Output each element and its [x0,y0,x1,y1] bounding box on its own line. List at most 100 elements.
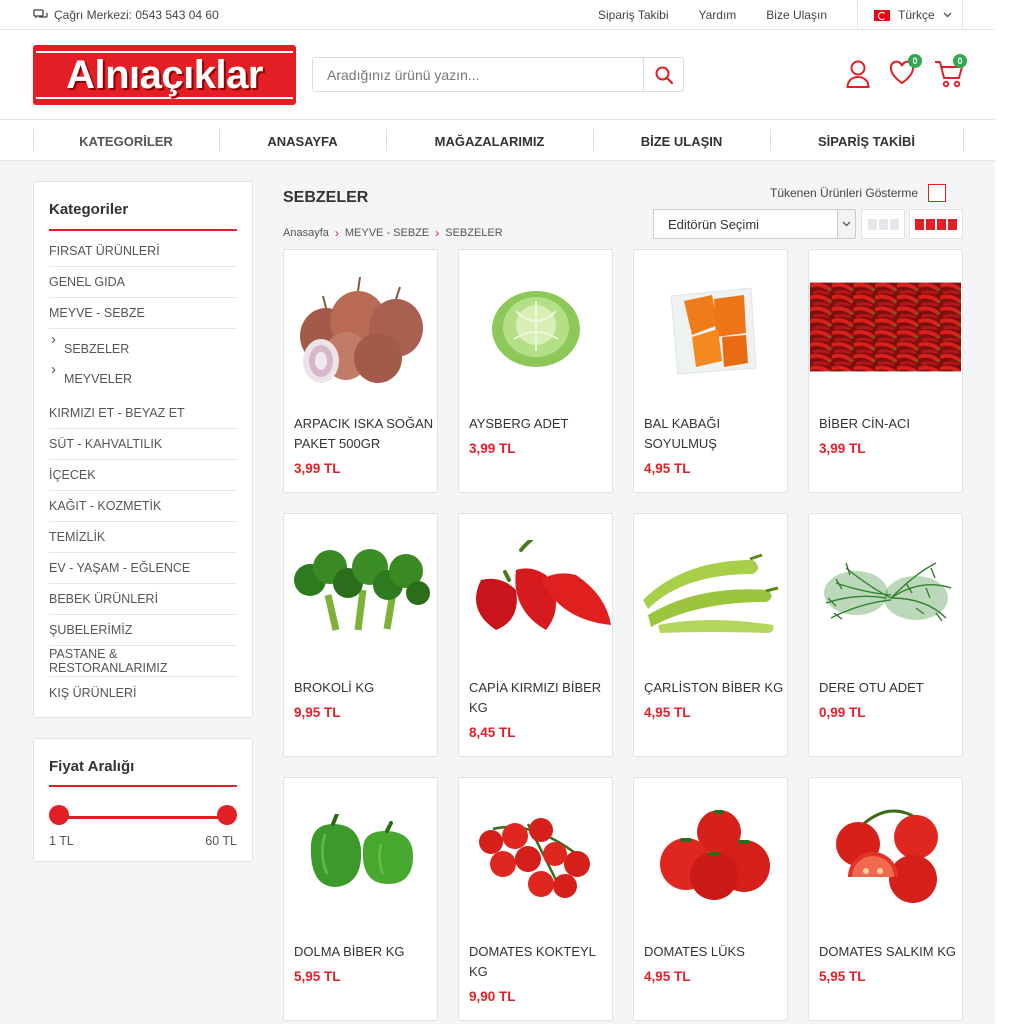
call-center: Çağrı Merkezi: 0543 543 04 60 [33,8,219,22]
site-logo[interactable]: Alnıaçıklar [33,45,296,105]
category-item[interactable]: EV - YAŞAM - EĞLENCE [49,553,237,584]
product-card[interactable]: BİBER CİN-ACI 3,99 TL [808,249,963,493]
product-name[interactable]: ÇARLİSTON BİBER KG [644,678,784,698]
tomato-image[interactable] [635,779,786,929]
category-item[interactable]: KIŞ ÜRÜNLERİ [49,677,237,708]
cart-button[interactable]: 0 [934,54,967,94]
product-name[interactable]: BAL KABAĞI SOYULMUŞ [644,414,784,454]
product-card[interactable]: DERE OTU ADET 0,99 TL [808,513,963,757]
product-price: 0,99 TL [819,705,866,720]
product-card[interactable]: BROKOLİ KG 9,95 TL [283,513,438,757]
product-name[interactable]: DOMATES KOKTEYL KG [469,942,609,982]
search-input[interactable] [313,58,643,91]
breadcrumb-current: SEBZELER [445,227,503,239]
header: Alnıaçıklar 0 0 [0,30,995,120]
product-name[interactable]: DOMATES SALKIM KG [819,942,959,962]
grid-view-4-button[interactable] [909,209,963,239]
grid-3-icon [867,218,899,230]
title-underline [49,229,237,231]
wishlist-button[interactable]: 0 [889,54,922,94]
red-pepper-image[interactable] [460,515,611,665]
product-price: 8,45 TL [469,725,516,740]
breadcrumb-category[interactable]: MEYVE - SEBZE [345,227,429,239]
pumpkin-image[interactable] [635,251,786,401]
top-link-contact[interactable]: Bize Ulaşın [766,8,827,22]
wishlist-count-badge: 0 [908,54,922,68]
product-card[interactable]: AYSBERG ADET 3,99 TL [458,249,613,493]
product-name[interactable]: ARPACIK ISKA SOĞAN PAKET 500GR [294,414,434,454]
subcategory-item[interactable]: MEYVELER [49,361,237,394]
category-item[interactable]: FIRSAT ÜRÜNLERİ [49,236,237,267]
product-card[interactable]: DOMATES SALKIM KG 5,95 TL [808,777,963,1021]
shallot-image[interactable] [285,251,436,401]
product-name[interactable]: AYSBERG ADET [469,414,609,434]
top-links: Sipariş Takibi Yardım Bize Ulaşın Türkçe [598,0,995,30]
product-name[interactable]: DERE OTU ADET [819,678,959,698]
subcategory-item[interactable]: SEBZELER [49,331,237,364]
product-name[interactable]: BİBER CİN-ACI [819,414,959,434]
nav-contact[interactable]: BİZE ULAŞIN [593,130,770,152]
category-item[interactable]: PASTANE & RESTORANLARIMIZ [49,646,237,677]
search-button[interactable] [643,58,683,91]
dill-image[interactable] [810,515,961,665]
category-item[interactable]: TEMİZLİK [49,522,237,553]
product-name[interactable]: DOMATES LÜKS [644,942,784,962]
top-link-order-tracking[interactable]: Sipariş Takibi [598,8,668,22]
price-slider-max-handle[interactable] [217,805,237,825]
product-name[interactable]: CAPİA KIRMIZI BİBER KG [469,678,609,718]
account-button[interactable] [846,60,872,94]
hide-out-of-stock-checkbox[interactable] [928,184,947,202]
breadcrumb: Anasayfa › MEYVE - SEBZE › SEBZELER [283,226,503,240]
product-card[interactable]: ÇARLİSTON BİBER KG 4,95 TL [633,513,788,757]
product-price: 4,95 TL [644,969,691,984]
product-card[interactable]: DOMATES KOKTEYL KG 9,90 TL [458,777,613,1021]
bell-pepper-image[interactable] [285,779,436,929]
green-pepper-image[interactable] [635,515,786,665]
nav-categories[interactable]: KATEGORİLER [33,130,219,152]
category-item[interactable]: MEYVE - SEBZE [49,298,237,329]
cherry-tomato-image[interactable] [460,779,611,929]
chevron-down-icon [943,12,952,18]
product-card[interactable]: BAL KABAĞI SOYULMUŞ 4,95 TL [633,249,788,493]
product-name[interactable]: BROKOLİ KG [294,678,434,698]
category-item[interactable]: KAĞIT - KOZMETİK [49,491,237,522]
sort-selected-value: Editörün Seçimi [668,216,760,232]
search-bar [312,57,684,92]
category-item[interactable]: İÇECEK [49,460,237,491]
nav-home[interactable]: ANASAYFA [219,130,386,152]
category-item[interactable]: KIRMIZI ET - BEYAZ ET [49,398,237,429]
price-range-panel: Fiyat Aralığı 1 TL 60 TL [33,738,253,862]
chat-icon [33,8,48,19]
language-selector[interactable]: Türkçe [857,0,963,30]
hide-out-of-stock-toggle[interactable]: Tükenen Ürünleri Gösterme [770,184,947,202]
breadcrumb-home[interactable]: Anasayfa [283,227,329,239]
grid-view-3-button[interactable] [861,209,905,239]
price-slider-min-handle[interactable] [49,805,69,825]
categories-title: Kategoriler [49,201,129,218]
product-card[interactable]: ARPACIK ISKA SOĞAN PAKET 500GR 3,99 TL [283,249,438,493]
price-max-label: 60 TL [205,834,237,848]
call-center-text: Çağrı Merkezi: 0543 543 04 60 [54,8,219,22]
category-item[interactable]: ŞUBELERİMİZ [49,615,237,646]
turkey-flag-icon [874,9,890,21]
vine-tomato-image[interactable] [810,779,961,929]
product-card[interactable]: CAPİA KIRMIZI BİBER KG 8,45 TL [458,513,613,757]
category-item[interactable]: BEBEK ÜRÜNLERİ [49,584,237,615]
chili-image[interactable] [810,282,961,372]
nav-stores[interactable]: MAĞAZALARIMIZ [386,130,593,152]
nav-order-tracking[interactable]: SİPARİŞ TAKİBİ [770,130,963,152]
sort-select[interactable]: Editörün Seçimi [653,209,856,239]
broccoli-image[interactable] [285,515,436,665]
product-name[interactable]: DOLMA BİBER KG [294,942,434,962]
categories-panel: Kategoriler FIRSAT ÜRÜNLERİ GENEL GIDA M… [33,181,253,718]
category-item[interactable]: SÜT - KAHVALTILIK [49,429,237,460]
product-card[interactable]: DOMATES LÜKS 4,95 TL [633,777,788,1021]
price-slider-track[interactable] [59,816,227,819]
product-card[interactable]: DOLMA BİBER KG 5,95 TL [283,777,438,1021]
product-price: 5,95 TL [294,969,341,984]
top-bar: Çağrı Merkezi: 0543 543 04 60 Sipariş Ta… [0,0,995,30]
product-price: 5,95 TL [819,969,866,984]
top-link-help[interactable]: Yardım [699,8,737,22]
lettuce-image[interactable] [460,251,611,401]
category-item[interactable]: GENEL GIDA [49,267,237,298]
